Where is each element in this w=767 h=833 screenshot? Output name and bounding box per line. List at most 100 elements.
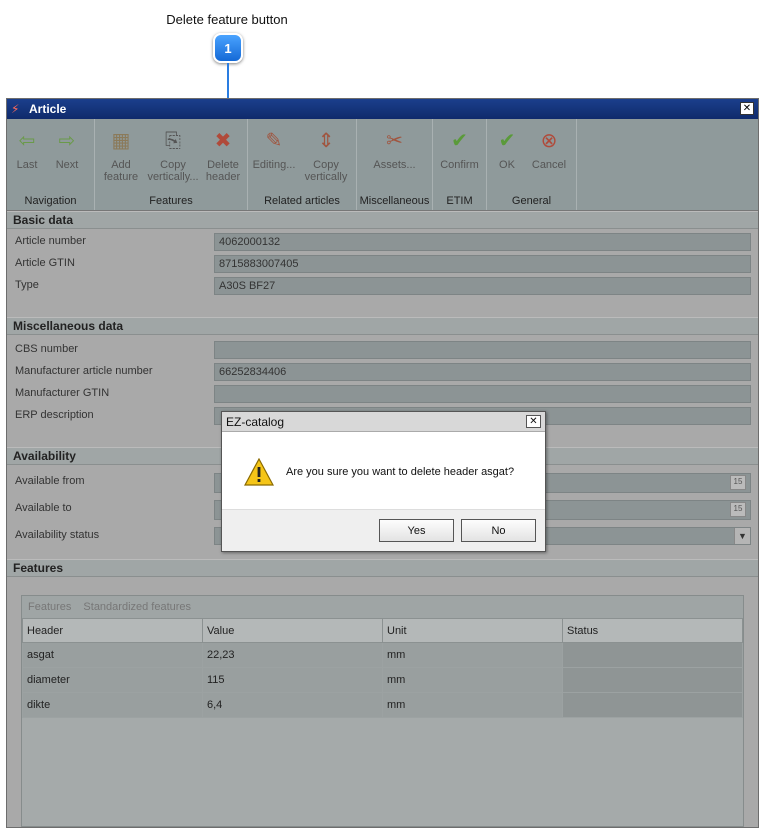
confirm-button[interactable]: ✔ Confirm xyxy=(436,123,484,192)
copy-vertically-icon: ⎘ xyxy=(165,130,181,152)
table-row[interactable]: dikte 6,4 mm xyxy=(22,692,743,718)
article-number-field[interactable]: 4062000132 xyxy=(214,233,751,251)
ribbon-group-miscellaneous: ✂ Assets... Miscellaneous xyxy=(357,119,433,210)
ok-button[interactable]: ✔ OK xyxy=(487,123,527,192)
tab-features[interactable]: Features xyxy=(28,601,71,613)
annotation-label: Delete feature button xyxy=(166,12,288,27)
availability-status-label: Availability status xyxy=(15,529,100,541)
column-value[interactable]: Value xyxy=(202,618,383,643)
cell-value[interactable]: 6,4 xyxy=(202,692,383,718)
annotation-badge: 1 xyxy=(213,33,243,63)
editing-icon: ✎ xyxy=(265,130,283,152)
group-label: ETIM xyxy=(446,195,473,207)
available-to-label: Available to xyxy=(15,502,72,514)
article-gtin-label: Article GTIN xyxy=(15,257,75,269)
window-titlebar: ⚡ Article ✕ xyxy=(7,99,758,119)
dialog-message: Are you sure you want to delete header a… xyxy=(286,466,515,478)
ribbon-group-navigation: ⇦ Last ⇨ Next Navigation xyxy=(7,119,95,210)
cbs-number-label: CBS number xyxy=(15,343,78,355)
calendar-icon[interactable]: 15 xyxy=(730,475,746,490)
group-label: Miscellaneous xyxy=(359,195,430,207)
assets-button[interactable]: ✂ Assets... xyxy=(365,123,425,192)
cell-status[interactable] xyxy=(562,692,743,718)
table-row[interactable]: asgat 22,23 mm xyxy=(22,642,743,668)
ribbon-group-features: ▦ Add feature ⎘ Copy vertically... ✖ Del… xyxy=(95,119,248,210)
manufacturer-article-number-field[interactable]: 66252834406 xyxy=(214,363,751,381)
arrow-left-icon: ⇦ xyxy=(18,130,36,152)
erp-description-label: ERP description xyxy=(15,409,94,421)
check-icon: ✔ xyxy=(451,130,468,152)
warning-icon xyxy=(244,458,274,486)
cell-status[interactable] xyxy=(562,642,743,668)
yes-button[interactable]: Yes xyxy=(379,519,454,542)
cbs-number-field[interactable] xyxy=(214,341,751,359)
group-label: Features xyxy=(149,195,193,207)
row-manufacturer-article-number: Manufacturer article number 66252834406 xyxy=(7,361,758,383)
article-gtin-field[interactable]: 8715883007405 xyxy=(214,255,751,273)
copy-vertically-feature-button[interactable]: ⎘ Copy vertically... xyxy=(147,123,199,192)
cell-unit[interactable]: mm xyxy=(382,667,563,693)
type-field[interactable]: A30S BF27 xyxy=(214,277,751,295)
type-label: Type xyxy=(15,279,39,291)
dialog-close-button[interactable]: ✕ xyxy=(526,415,541,428)
arrow-right-icon: ⇨ xyxy=(58,130,76,152)
features-panel: Features Standardized features Header Va… xyxy=(21,595,744,827)
add-feature-button[interactable]: ▦ Add feature xyxy=(95,123,147,192)
delete-header-icon: ✖ xyxy=(214,130,232,152)
toolbar-ribbon: ⇦ Last ⇨ Next Navigation ▦ Add feature ⎘… xyxy=(7,119,758,211)
app-logo-icon: ⚡ xyxy=(11,102,20,116)
row-article-gtin: Article GTIN 8715883007405 xyxy=(7,253,758,275)
cell-header[interactable]: asgat xyxy=(22,642,203,668)
cell-value[interactable]: 22,23 xyxy=(202,642,383,668)
copy-vertically-related-button[interactable]: ⇕ Copy vertically xyxy=(300,123,352,192)
cell-status[interactable] xyxy=(562,667,743,693)
cell-header[interactable]: dikte xyxy=(22,692,203,718)
table-row[interactable]: diameter 115 mm xyxy=(22,667,743,693)
assets-icon: ✂ xyxy=(386,130,403,152)
dialog-footer: Yes No xyxy=(222,509,545,551)
cell-header[interactable]: diameter xyxy=(22,667,203,693)
column-status[interactable]: Status xyxy=(562,618,743,643)
row-cbs-number: CBS number xyxy=(7,339,758,361)
ribbon-group-etim: ✔ Confirm ETIM xyxy=(433,119,487,210)
calendar-icon[interactable]: 15 xyxy=(730,502,746,517)
editing-button[interactable]: ✎ Editing... xyxy=(248,123,300,192)
article-number-label: Article number xyxy=(15,235,86,247)
column-header[interactable]: Header xyxy=(22,618,203,643)
cell-unit[interactable]: mm xyxy=(382,642,563,668)
cancel-button[interactable]: ⊗ Cancel xyxy=(527,123,571,192)
window-title: Article xyxy=(29,102,67,116)
no-button[interactable]: No xyxy=(461,519,536,542)
dialog-title: EZ-catalog xyxy=(226,415,285,429)
next-button[interactable]: ⇨ Next xyxy=(47,123,87,192)
confirm-dialog: EZ-catalog ✕ Are you sure you want to de… xyxy=(221,411,546,552)
column-unit[interactable]: Unit xyxy=(382,618,563,643)
features-table: Header Value Unit Status asgat 22,23 mm … xyxy=(22,618,743,718)
last-button[interactable]: ⇦ Last xyxy=(7,123,47,192)
available-from-label: Available from xyxy=(15,475,85,487)
cell-unit[interactable]: mm xyxy=(382,692,563,718)
row-type: Type A30S BF27 xyxy=(7,275,758,297)
group-label: Related articles xyxy=(264,195,340,207)
section-miscellaneous-data: Miscellaneous data xyxy=(7,317,758,335)
window-close-button[interactable]: ✕ xyxy=(740,102,754,115)
manufacturer-article-number-label: Manufacturer article number xyxy=(15,365,153,377)
section-basic-data: Basic data xyxy=(7,211,758,229)
dialog-body: Are you sure you want to delete header a… xyxy=(222,432,545,510)
group-label: Navigation xyxy=(24,195,77,207)
features-tabs: Features Standardized features xyxy=(22,596,743,618)
cell-value[interactable]: 115 xyxy=(202,667,383,693)
ribbon-group-general: ✔ OK ⊗ Cancel General xyxy=(487,119,577,210)
chevron-down-icon[interactable]: ▼ xyxy=(734,528,750,544)
tab-standardized-features[interactable]: Standardized features xyxy=(83,601,191,613)
section-features: Features xyxy=(7,559,758,577)
ribbon-group-related-articles: ✎ Editing... ⇕ Copy vertically Related a… xyxy=(248,119,357,210)
table-header-row: Header Value Unit Status xyxy=(22,618,743,643)
manufacturer-gtin-field[interactable] xyxy=(214,385,751,403)
row-article-number: Article number 4062000132 xyxy=(7,231,758,253)
cancel-icon: ⊗ xyxy=(540,130,558,152)
delete-header-button[interactable]: ✖ Delete header xyxy=(199,123,247,192)
add-feature-icon: ▦ xyxy=(111,130,131,152)
check-icon: ✔ xyxy=(498,130,516,152)
dialog-titlebar: EZ-catalog ✕ xyxy=(222,412,545,432)
